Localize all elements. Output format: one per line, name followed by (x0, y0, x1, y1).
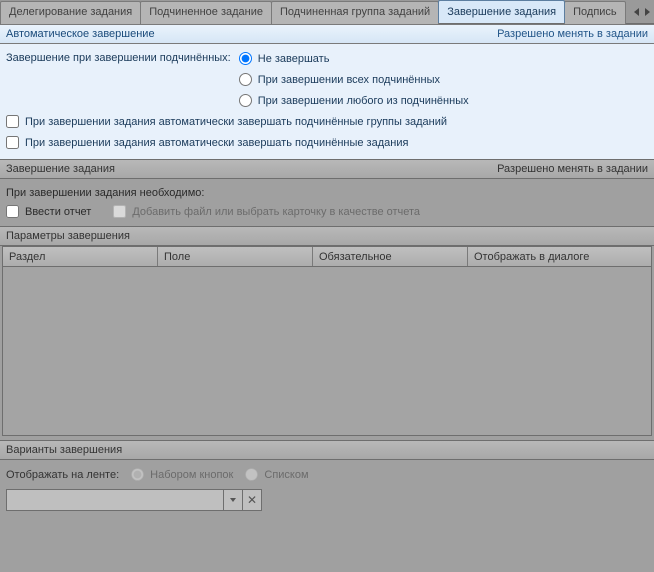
radio-buttons-set[interactable] (131, 468, 144, 481)
variant-combo[interactable] (6, 489, 224, 511)
radio-list[interactable] (245, 468, 258, 481)
chk-auto-complete-tasks[interactable] (6, 136, 19, 149)
chk-auto-complete-groups[interactable] (6, 115, 19, 128)
tab-scroll-right-icon[interactable] (645, 8, 650, 16)
chk-auto-complete-tasks-label: При завершении задания автоматически зав… (25, 137, 408, 149)
variants-header: Варианты завершения (0, 440, 654, 460)
radio-no-complete-label: Не завершать (258, 53, 330, 65)
chk-add-file[interactable] (113, 205, 126, 218)
tab-bar: Делегирование задания Подчиненное задани… (0, 0, 654, 24)
params-table-head: Раздел Поле Обязательное Отображать в ди… (3, 247, 651, 267)
radio-buttons-set-label: Набором кнопок (150, 469, 233, 481)
chk-enter-report[interactable] (6, 205, 19, 218)
completion-need-label: При завершении задания необходимо: (6, 187, 648, 199)
col-required[interactable]: Обязательное (313, 247, 468, 266)
col-section[interactable]: Раздел (3, 247, 158, 266)
tab-subtask[interactable]: Подчиненное задание (140, 1, 272, 24)
auto-complete-header: Автоматическое завершение Разрешено меня… (0, 24, 654, 44)
params-table: Раздел Поле Обязательное Отображать в ди… (2, 246, 652, 436)
chk-add-file-label: Добавить файл или выбрать карточку в кач… (132, 206, 420, 218)
params-table-body (3, 267, 651, 435)
ribbon-display-label: Отображать на ленте: (6, 469, 119, 481)
completion-title: Завершение задания (6, 163, 115, 175)
variants-title: Варианты завершения (6, 444, 122, 456)
auto-complete-permission: Разрешено менять в задании (497, 28, 648, 40)
col-field[interactable]: Поле (158, 247, 313, 266)
radio-no-complete[interactable] (239, 52, 252, 65)
radio-list-label: Списком (264, 469, 308, 481)
auto-complete-title: Автоматическое завершение (6, 28, 155, 40)
radio-any-complete[interactable] (239, 94, 252, 107)
ribbon-display-row: Отображать на ленте: Набором кнопок Спис… (0, 460, 654, 489)
variant-combo-clear-button[interactable]: ✕ (242, 489, 262, 511)
completion-permission: Разрешено менять в задании (497, 163, 648, 175)
tab-scroll-left-icon[interactable] (634, 8, 639, 16)
subordinate-complete-label: Завершение при завершении подчинённых: (6, 52, 239, 64)
completion-panel: При завершении задания необходимо: Ввест… (0, 179, 654, 226)
params-header: Параметры завершения (0, 226, 654, 246)
tab-completion[interactable]: Завершение задания (438, 0, 565, 23)
chk-enter-report-label: Ввести отчет (25, 206, 91, 218)
tab-delegation[interactable]: Делегирование задания (0, 1, 141, 24)
tab-signature[interactable]: Подпись (564, 1, 626, 24)
variant-combo-input[interactable] (7, 490, 223, 510)
col-dialog[interactable]: Отображать в диалоге (468, 247, 651, 266)
radio-all-complete[interactable] (239, 73, 252, 86)
variant-combo-row: ✕ (0, 489, 654, 519)
completion-header: Завершение задания Разрешено менять в за… (0, 159, 654, 179)
variant-combo-dropdown-button[interactable] (223, 489, 243, 511)
radio-any-complete-label: При завершении любого из подчинённых (258, 95, 469, 107)
auto-complete-panel: Завершение при завершении подчинённых: Н… (0, 44, 654, 159)
radio-all-complete-label: При завершении всех подчинённых (258, 74, 440, 86)
chk-auto-complete-groups-label: При завершении задания автоматически зав… (25, 116, 447, 128)
tab-subtask-group[interactable]: Подчиненная группа заданий (271, 1, 439, 24)
params-title: Параметры завершения (6, 230, 130, 242)
